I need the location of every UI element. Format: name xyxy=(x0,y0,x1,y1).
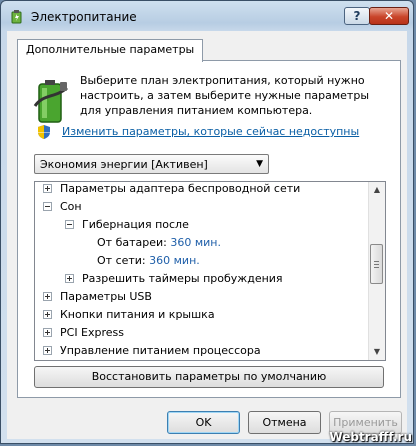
tree-item-wireless-adapter[interactable]: Параметры адаптера беспроводной сети xyxy=(43,182,300,198)
expand-icon[interactable] xyxy=(43,183,52,193)
plugged-in-value[interactable]: 360 мин. xyxy=(149,254,200,267)
power-plan-value: Экономия энергии [Активен] xyxy=(40,158,208,171)
window-title: Электропитание xyxy=(31,10,137,24)
scroll-down-arrow-icon[interactable]: ▼ xyxy=(369,344,385,360)
battery-icon xyxy=(33,80,68,123)
tree-item-pci-express[interactable]: PCI Express xyxy=(43,324,124,342)
collapse-icon[interactable] xyxy=(43,201,52,211)
tree-item-label: От сети: xyxy=(97,254,146,267)
expand-icon[interactable] xyxy=(43,291,52,301)
tree-content: Параметры адаптера беспроводной сети Сон… xyxy=(35,182,370,360)
expand-icon[interactable] xyxy=(43,345,52,355)
plan-description: Выберите план электропитания, который ну… xyxy=(80,74,370,117)
scroll-thumb[interactable] xyxy=(370,244,383,284)
tree-item-label: Кнопки питания и крышка xyxy=(60,308,215,321)
uac-shield-icon xyxy=(38,125,50,139)
cancel-button[interactable]: Отмена xyxy=(248,411,321,434)
power-options-window: Электропитание ? ✕ Дополнительные параме… xyxy=(0,0,414,444)
tree-item-power-buttons-lid[interactable]: Кнопки питания и крышка xyxy=(43,306,215,324)
tree-item-label: Управление питанием процессора xyxy=(60,344,261,357)
power-options-icon xyxy=(11,10,22,24)
thumb-grip xyxy=(374,267,379,268)
collapse-icon[interactable] xyxy=(65,219,74,229)
tree-item-label: Гибернация после xyxy=(82,218,189,231)
dialog-client: Дополнительные параметры Выберите план э… xyxy=(7,31,407,439)
tree-scrollbar[interactable]: ▲ ▼ xyxy=(368,182,385,360)
expand-icon[interactable] xyxy=(43,327,52,337)
tree-item-usb-settings[interactable]: Параметры USB xyxy=(43,288,152,306)
tree-item-hibernate-after[interactable]: Гибернация после xyxy=(65,216,189,234)
help-button[interactable]: ? xyxy=(344,7,370,25)
tree-item-sleep[interactable]: Сон xyxy=(43,198,82,216)
scroll-up-arrow-icon[interactable]: ▲ xyxy=(369,182,385,198)
tree-item-processor-power[interactable]: Управление питанием процессора xyxy=(43,342,261,360)
tree-item-on-battery[interactable]: От батареи: 360 мин. xyxy=(97,234,221,252)
settings-tree[interactable]: Параметры адаптера беспроводной сети Сон… xyxy=(34,181,386,361)
tree-item-label: Параметры адаптера беспроводной сети xyxy=(60,182,301,195)
thumb-grip xyxy=(374,264,379,265)
watermark-text: Webtrafff.ru xyxy=(329,430,412,444)
close-button[interactable]: ✕ xyxy=(369,7,409,25)
tree-item-label: Параметры USB xyxy=(60,290,152,303)
tree-item-plugged-in[interactable]: От сети: 360 мин. xyxy=(97,252,200,270)
ok-button[interactable]: OK xyxy=(167,411,240,434)
tree-item-label: PCI Express xyxy=(60,326,125,339)
tree-item-label: От батареи: xyxy=(97,236,167,249)
chevron-down-icon: ▼ xyxy=(256,159,263,169)
change-unavailable-settings-link[interactable]: Изменить параметры, которые сейчас недос… xyxy=(62,125,359,138)
expand-icon[interactable] xyxy=(65,273,74,283)
power-plan-dropdown[interactable]: Экономия энергии [Активен] ▼ xyxy=(34,154,269,174)
tree-item-label: Сон xyxy=(60,200,82,213)
on-battery-value[interactable]: 360 мин. xyxy=(170,236,221,249)
restore-defaults-button[interactable]: Восстановить параметры по умолчанию xyxy=(34,366,384,388)
tree-item-label: Разрешить таймеры пробуждения xyxy=(82,272,283,285)
tab-panel: Выберите план электропитания, который ну… xyxy=(17,60,401,398)
title-bar[interactable]: Электропитание ? ✕ xyxy=(1,1,413,31)
tab-advanced-settings[interactable]: Дополнительные параметры xyxy=(17,39,204,62)
expand-icon[interactable] xyxy=(43,309,52,319)
tree-item-wake-timers[interactable]: Разрешить таймеры пробуждения xyxy=(65,270,283,288)
thumb-grip xyxy=(374,261,379,262)
